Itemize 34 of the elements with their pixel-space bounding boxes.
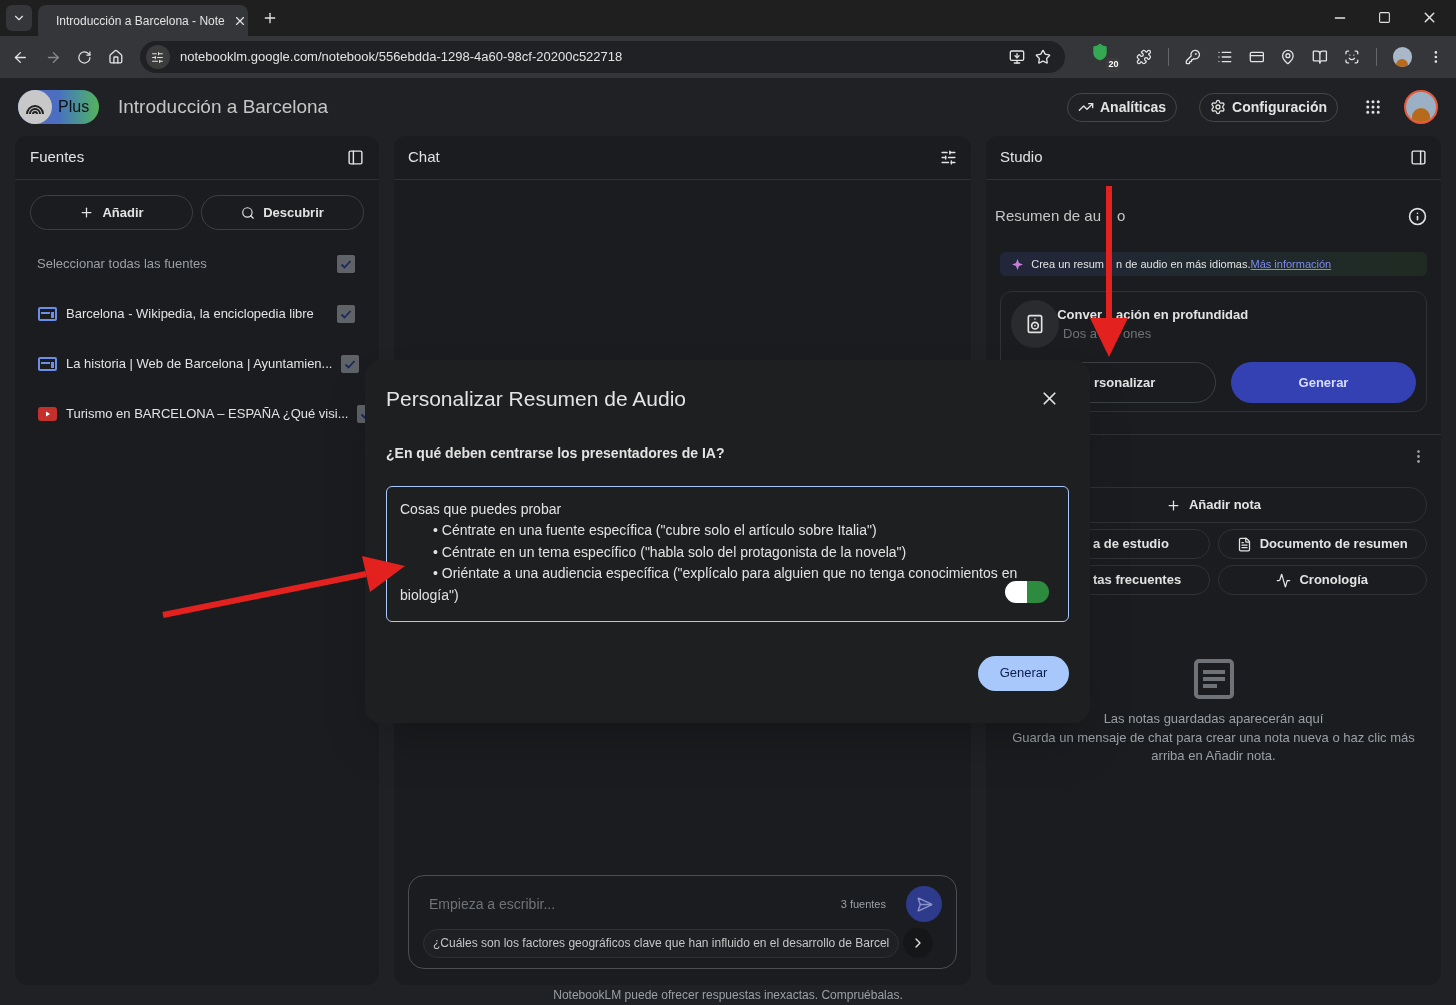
dialog-title: Personalizar Resumen de Audio (386, 386, 686, 412)
format-title: Conver (1057, 305, 1102, 324)
banner-text: Crea un resum (1031, 256, 1104, 272)
suggestion-chip[interactable]: ¿Cuáles son los factores geográficos clave que han influido en el desarrollo de Barcel (423, 928, 900, 958)
empty-text: Guarda un mensaje de chat para crear una nota nueva o haz clic más arriba en Añadir nota. (1011, 728, 1416, 765)
section-title: o (1117, 205, 1126, 226)
source-count: 3 fuentes (840, 896, 886, 912)
panel-title: Chat (408, 147, 440, 168)
dialog-question: ¿En qué deben centrarse los presentadores de IA? (386, 443, 726, 463)
source-item[interactable]: Barcelona - Wikipedia, la enciclopedia libre (66, 304, 314, 324)
section-title: Resumen de au (995, 205, 1101, 226)
generate-button[interactable]: Generar (978, 655, 1069, 691)
select-all-label: Seleccionar todas las fuentes (37, 255, 207, 274)
panel-title: Studio (1000, 147, 1043, 168)
disclaimer: NotebookLM puede ofrecer respuestas inexactas. Compruébalas. (553, 987, 903, 1004)
extension-button[interactable]: 20 (1090, 43, 1121, 71)
chat-input[interactable]: Empieza a escribir... (423, 893, 831, 915)
url-text: notebooklm.google.com/notebook/556ebdda-1298-4a60-98cf-20200c522718 (179, 48, 623, 67)
address-bar[interactable]: notebooklm.google.com/notebook/556ebdda-1298-4a60-98cf-20200c522718 (139, 41, 1065, 73)
learn-more-link[interactable]: Más información (1250, 255, 1332, 273)
extension-badge: 20 (1106, 57, 1121, 71)
panel-title: Fuentes (30, 147, 85, 168)
source-item[interactable]: Turismo en BARCELONA – ESPAÑA ¿Qué visi... (66, 404, 349, 424)
answer-box[interactable]: Cosas que puedes probar • Céntrate en una fuente específica ("cubre solo el artículo sobre Italia") • Céntrate en un tema específico ("habla solo del protagonista de la novela") • Oriéntate a una audiencia específica ("explícalo para alguien que no tenga conocimientos en biología") (386, 485, 1069, 622)
notebook-title: Introducción a Barcelona (118, 94, 329, 119)
source-item[interactable]: La historia | Web de Barcelona | Ayuntamien... (66, 354, 333, 374)
format-subtitle: Dos a (1063, 325, 1097, 343)
empty-title: Las notas guardadas aparecerán aquí (1102, 710, 1325, 728)
banner-text: n de audio en más idiomas. (1116, 256, 1251, 272)
browser-tab[interactable]: Introducción a Barcelona - Note (38, 5, 248, 36)
generate-button[interactable]: Generar (1231, 362, 1416, 403)
tab-title: Introducción a Barcelona - Note (56, 12, 225, 30)
format-subtitle: ones (1123, 325, 1152, 343)
plus-logo: Plus (18, 90, 99, 124)
